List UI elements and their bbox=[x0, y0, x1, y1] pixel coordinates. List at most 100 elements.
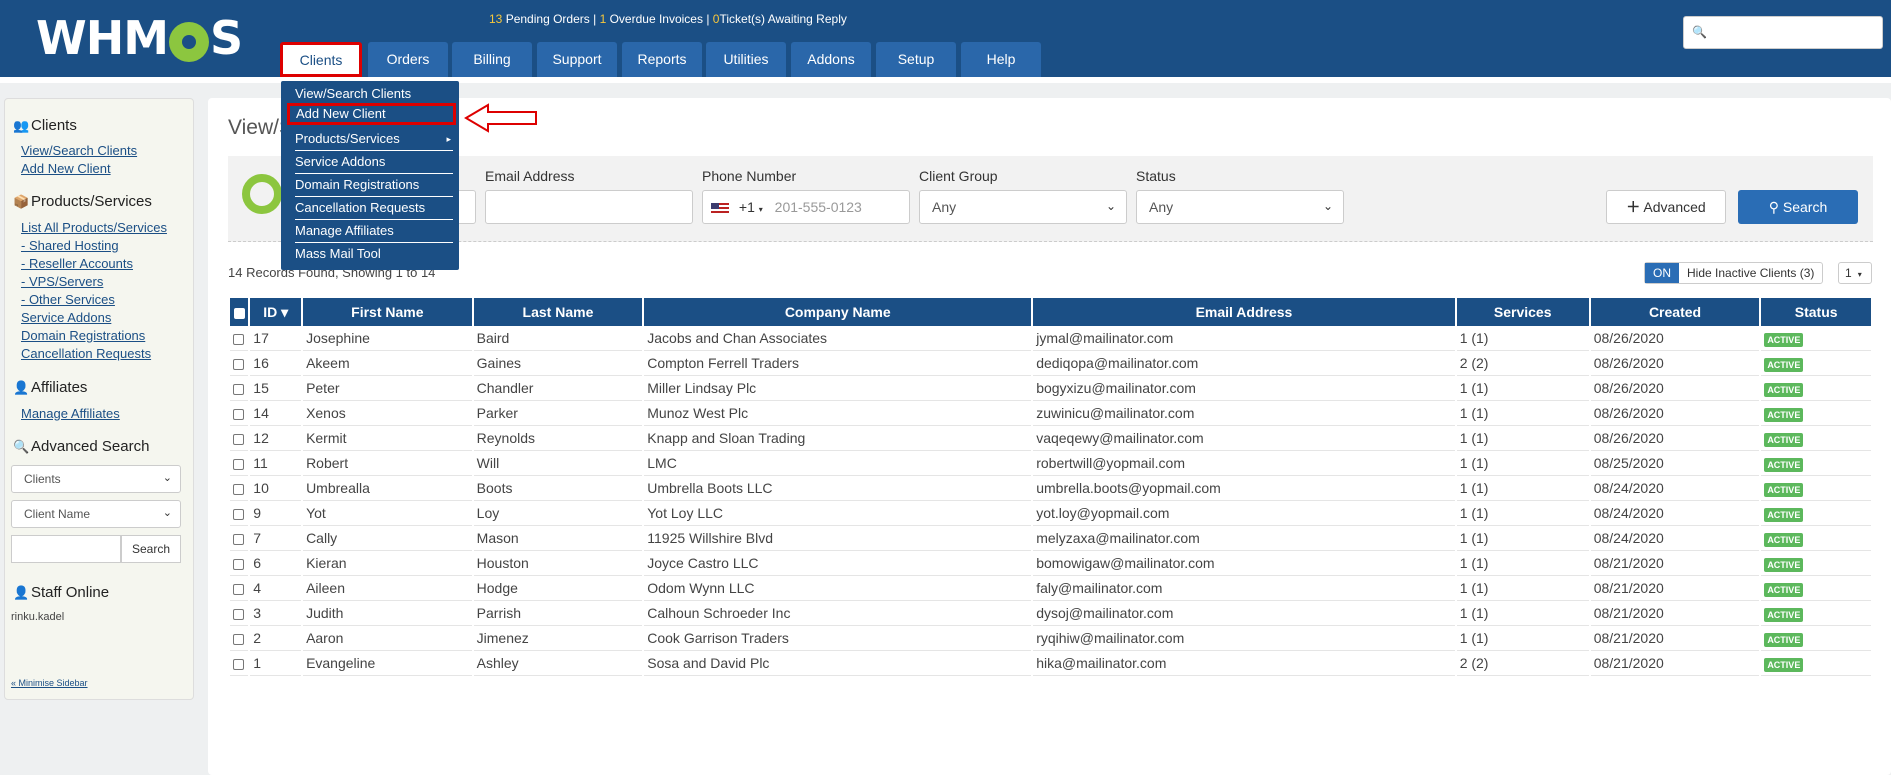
row-checkbox[interactable] bbox=[233, 583, 244, 595]
table-row[interactable]: 7 Cally Mason 11925 Willshire Blvd melyzaxa@… bbox=[230, 526, 1871, 551]
row-checkbox[interactable] bbox=[233, 433, 244, 445]
client-group-select[interactable]: Any ⌄ bbox=[919, 190, 1127, 224]
sidebar-reseller-accounts[interactable]: - Reseller Accounts bbox=[21, 256, 133, 271]
cell-first-name[interactable]: Xenos bbox=[303, 401, 472, 426]
whmcs-logo[interactable]: WHM S bbox=[36, 10, 243, 66]
cell-first-name[interactable]: Robert bbox=[303, 451, 472, 476]
advanced-search-button[interactable]: Search bbox=[121, 535, 181, 563]
menu-item-add-new-client[interactable]: Add New Client bbox=[287, 103, 456, 125]
cell-first-name[interactable]: Cally bbox=[303, 526, 472, 551]
cell-first-name[interactable]: Umbrealla bbox=[303, 476, 472, 501]
col-services[interactable]: Services bbox=[1456, 298, 1589, 326]
cell-email[interactable]: faly@mailinator.com bbox=[1033, 576, 1455, 601]
phone-field[interactable]: +1 ▾ 201-555-0123 bbox=[702, 190, 910, 224]
col-id[interactable]: ID ▾ bbox=[250, 298, 302, 326]
cell-company[interactable]: Calhoun Schroeder Inc bbox=[644, 601, 1032, 626]
page-select[interactable]: 1 ▾ bbox=[1838, 262, 1872, 284]
cell-last-name[interactable]: Hodge bbox=[473, 576, 643, 601]
cell-last-name[interactable]: Will bbox=[473, 451, 643, 476]
search-button[interactable]: ⚲ Search bbox=[1738, 190, 1858, 224]
sidebar-list-all-products[interactable]: List All Products/Services bbox=[21, 220, 167, 235]
cell-last-name[interactable]: Mason bbox=[473, 526, 643, 551]
cell-first-name[interactable]: Aileen bbox=[303, 576, 472, 601]
row-checkbox[interactable] bbox=[233, 358, 244, 370]
cell-email[interactable]: dediqopa@mailinator.com bbox=[1033, 351, 1455, 376]
row-checkbox[interactable] bbox=[233, 533, 244, 545]
col-email-address[interactable]: Email Address bbox=[1033, 298, 1455, 326]
row-checkbox[interactable] bbox=[233, 458, 244, 470]
row-checkbox[interactable] bbox=[233, 508, 244, 520]
cell-first-name[interactable]: Judith bbox=[303, 601, 472, 626]
col-last-name[interactable]: Last Name bbox=[473, 298, 643, 326]
minimise-sidebar-link[interactable]: « Minimise Sidebar bbox=[11, 678, 88, 688]
table-row[interactable]: 17 Josephine Baird Jacobs and Chan Associat… bbox=[230, 326, 1871, 351]
cell-company[interactable]: Yot Loy LLC bbox=[644, 501, 1032, 526]
cell-first-name[interactable]: Josephine bbox=[303, 326, 472, 351]
menu-item-products-services[interactable]: Products/Services ▸ bbox=[295, 129, 453, 151]
cell-email[interactable]: yot.loy@yopmail.com bbox=[1033, 501, 1455, 526]
cell-email[interactable]: zuwinicu@mailinator.com bbox=[1033, 401, 1455, 426]
row-checkbox[interactable] bbox=[233, 633, 244, 645]
cell-first-name[interactable]: Kermit bbox=[303, 426, 472, 451]
overdue-invoices-link[interactable]: Overdue Invoices bbox=[610, 12, 703, 26]
menu-item-service-addons[interactable]: Service Addons bbox=[295, 152, 453, 174]
tab-orders[interactable]: Orders bbox=[368, 42, 448, 77]
cell-company[interactable]: Knapp and Sloan Trading bbox=[644, 426, 1032, 451]
col-company-name[interactable]: Company Name bbox=[644, 298, 1032, 326]
menu-item-mass-mail-tool[interactable]: Mass Mail Tool bbox=[295, 244, 453, 266]
advanced-search-type-select[interactable]: Clients ⌄ bbox=[11, 465, 181, 493]
cell-company[interactable]: 11925 Willshire Blvd bbox=[644, 526, 1032, 551]
table-row[interactable]: 1 Evangeline Ashley Sosa and David Plc hika@… bbox=[230, 651, 1871, 676]
cell-email[interactable]: robertwill@yopmail.com bbox=[1033, 451, 1455, 476]
pending-orders-link[interactable]: Pending Orders bbox=[506, 12, 590, 26]
sidebar-manage-affiliates[interactable]: Manage Affiliates bbox=[21, 406, 120, 421]
row-checkbox[interactable] bbox=[233, 383, 244, 395]
cell-company[interactable]: Umbrella Boots LLC bbox=[644, 476, 1032, 501]
cell-email[interactable]: vaqeqewy@mailinator.com bbox=[1033, 426, 1455, 451]
table-row[interactable]: 9 Yot Loy Yot Loy LLC yot.loy@yopmail.com 1 (… bbox=[230, 501, 1871, 526]
cell-email[interactable]: bogyxizu@mailinator.com bbox=[1033, 376, 1455, 401]
cell-company[interactable]: Munoz West Plc bbox=[644, 401, 1032, 426]
cell-first-name[interactable]: Peter bbox=[303, 376, 472, 401]
cell-email[interactable]: bomowigaw@mailinator.com bbox=[1033, 551, 1455, 576]
menu-item-manage-affiliates[interactable]: Manage Affiliates bbox=[295, 221, 453, 243]
cell-company[interactable]: Sosa and David Plc bbox=[644, 651, 1032, 676]
cell-last-name[interactable]: Chandler bbox=[473, 376, 643, 401]
global-search-input[interactable]: 🔍 bbox=[1683, 16, 1883, 49]
cell-last-name[interactable]: Gaines bbox=[473, 351, 643, 376]
cell-last-name[interactable]: Loy bbox=[473, 501, 643, 526]
us-flag-icon[interactable] bbox=[711, 202, 729, 214]
cell-first-name[interactable]: Akeem bbox=[303, 351, 472, 376]
cell-company[interactable]: Cook Garrison Traders bbox=[644, 626, 1032, 651]
cell-first-name[interactable]: Evangeline bbox=[303, 651, 472, 676]
table-row[interactable]: 2 Aaron Jimenez Cook Garrison Traders ryqihi… bbox=[230, 626, 1871, 651]
table-row[interactable]: 14 Xenos Parker Munoz West Plc zuwinicu@mail… bbox=[230, 401, 1871, 426]
table-row[interactable]: 11 Robert Will LMC robertwill@yopmail.com 1 (… bbox=[230, 451, 1871, 476]
table-row[interactable]: 10 Umbrealla Boots Umbrella Boots LLC umbrel… bbox=[230, 476, 1871, 501]
cell-last-name[interactable]: Jimenez bbox=[473, 626, 643, 651]
table-row[interactable]: 3 Judith Parrish Calhoun Schroeder Inc dysoj… bbox=[230, 601, 1871, 626]
cell-last-name[interactable]: Parker bbox=[473, 401, 643, 426]
status-select[interactable]: Any ⌄ bbox=[1136, 190, 1344, 224]
sidebar-add-new-client[interactable]: Add New Client bbox=[21, 161, 111, 176]
email-field[interactable] bbox=[485, 190, 693, 224]
row-checkbox[interactable] bbox=[233, 483, 244, 495]
sidebar-vps-servers[interactable]: - VPS/Servers bbox=[21, 274, 103, 289]
cell-email[interactable]: hika@mailinator.com bbox=[1033, 651, 1455, 676]
sidebar-domain-registrations[interactable]: Domain Registrations bbox=[21, 328, 145, 343]
pending-orders-count[interactable]: 13 bbox=[489, 12, 502, 26]
cell-company[interactable]: Miller Lindsay Plc bbox=[644, 376, 1032, 401]
tab-help[interactable]: Help bbox=[961, 42, 1041, 77]
cell-company[interactable]: Joyce Castro LLC bbox=[644, 551, 1032, 576]
row-checkbox[interactable] bbox=[233, 658, 244, 670]
advanced-search-field-select[interactable]: Client Name ⌄ bbox=[11, 500, 181, 528]
advanced-search-input[interactable] bbox=[11, 535, 121, 563]
cell-last-name[interactable]: Boots bbox=[473, 476, 643, 501]
cell-last-name[interactable]: Houston bbox=[473, 551, 643, 576]
phone-country-code[interactable]: +1 bbox=[739, 199, 755, 215]
cell-email[interactable]: dysoj@mailinator.com bbox=[1033, 601, 1455, 626]
tab-addons[interactable]: Addons bbox=[791, 42, 871, 77]
overdue-invoices-count[interactable]: 1 bbox=[600, 12, 607, 26]
hide-inactive-toggle[interactable]: ON Hide Inactive Clients (3) bbox=[1644, 262, 1824, 284]
row-checkbox[interactable] bbox=[233, 608, 244, 620]
